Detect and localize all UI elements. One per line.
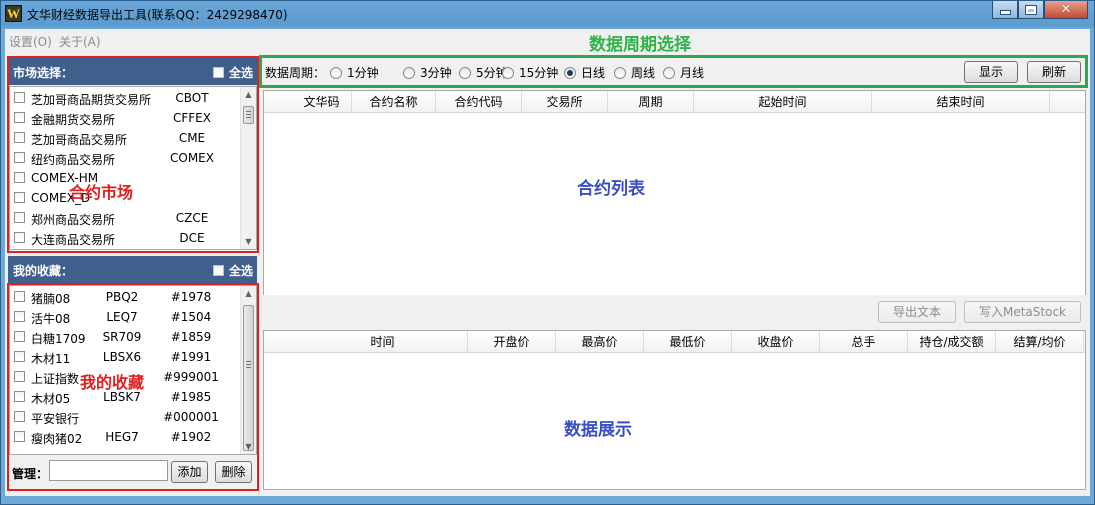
minimize-button[interactable]	[992, 1, 1018, 19]
maximize-button[interactable]	[1018, 1, 1044, 19]
annotation-contract-list: 合约列表	[577, 179, 645, 199]
data-table[interactable]: 时间 开盘价 最高价 最低价 收盘价 总手 持仓/成交额 结算/均价 数据展示	[263, 330, 1086, 490]
maximize-icon	[1026, 5, 1036, 14]
export-text-button[interactable]: 导出文本	[878, 301, 956, 323]
column-header[interactable]: 周期	[608, 91, 694, 113]
favorites-select-all[interactable]: 全选	[212, 262, 253, 279]
column-header[interactable]: 最低价	[644, 331, 732, 353]
column-header[interactable]: 起始时间	[694, 91, 872, 113]
favorites-panel-title: 我的收藏：	[13, 264, 74, 278]
column-header[interactable]: 结束时间	[872, 91, 1050, 113]
title-bar[interactable]: W 文华财经数据导出工具(联系QQ：2429298470) ✕	[1, 1, 1094, 29]
data-table-header: 时间 开盘价 最高价 最低价 收盘价 总手 持仓/成交额 结算/均价	[264, 331, 1085, 353]
column-header[interactable]: 合约代码	[436, 91, 522, 113]
contract-table[interactable]: 文华码 合约名称 合约代码 交易所 周期 起始时间 结束时间 合约列表	[263, 90, 1086, 296]
column-header[interactable]: 结算/均价	[996, 331, 1084, 353]
favorites-select-all-label: 全选	[228, 264, 253, 278]
annotation-favorites: 我的收藏	[80, 373, 145, 392]
column-header[interactable]: 总手	[820, 331, 908, 353]
column-header[interactable]: 交易所	[522, 91, 608, 113]
minimize-icon	[1000, 11, 1010, 14]
column-header[interactable]: 合约名称	[352, 91, 436, 113]
window-title: 文华财经数据导出工具(联系QQ：2429298470)	[27, 8, 288, 22]
annotation-period-selection: 数据周期选择	[589, 35, 691, 55]
column-header[interactable]: 时间	[298, 331, 468, 353]
favorites-select-all-checkbox[interactable]	[212, 265, 224, 276]
market-highlight-frame	[7, 56, 259, 253]
menu-bar: 设置(O) 关于(A) 数据周期选择	[5, 29, 1090, 55]
app-window: W 文华财经数据导出工具(联系QQ：2429298470) ✕ 设置(O) 关于…	[0, 0, 1095, 505]
client-area: 设置(O) 关于(A) 数据周期选择 市场选择： 全选 芝加哥商品期货交易所 CB…	[5, 29, 1090, 496]
column-header[interactable]: 开盘价	[468, 331, 556, 353]
menu-about[interactable]: 关于(A)	[59, 33, 101, 50]
write-metastock-button[interactable]: 写入MetaStock	[964, 301, 1081, 323]
app-logo-icon: W	[5, 5, 22, 22]
period-highlight-frame	[259, 55, 1088, 88]
column-header[interactable]: 文华码	[292, 91, 352, 113]
close-button[interactable]: ✕	[1044, 1, 1088, 19]
menu-settings[interactable]: 设置(O)	[9, 33, 52, 50]
column-header[interactable]: 持仓/成交额	[908, 331, 996, 353]
contract-table-header: 文华码 合约名称 合约代码 交易所 周期 起始时间 结束时间	[264, 91, 1085, 113]
close-icon: ✕	[1060, 2, 1072, 17]
annotation-market: 合约市场	[69, 183, 134, 202]
favorites-panel-header: 我的收藏： 全选	[8, 256, 257, 283]
column-header[interactable]: 收盘价	[732, 331, 820, 353]
annotation-data-display: 数据展示	[564, 420, 632, 440]
export-bar: 导出文本 写入MetaStock	[263, 295, 1088, 329]
column-header[interactable]: 最高价	[556, 331, 644, 353]
